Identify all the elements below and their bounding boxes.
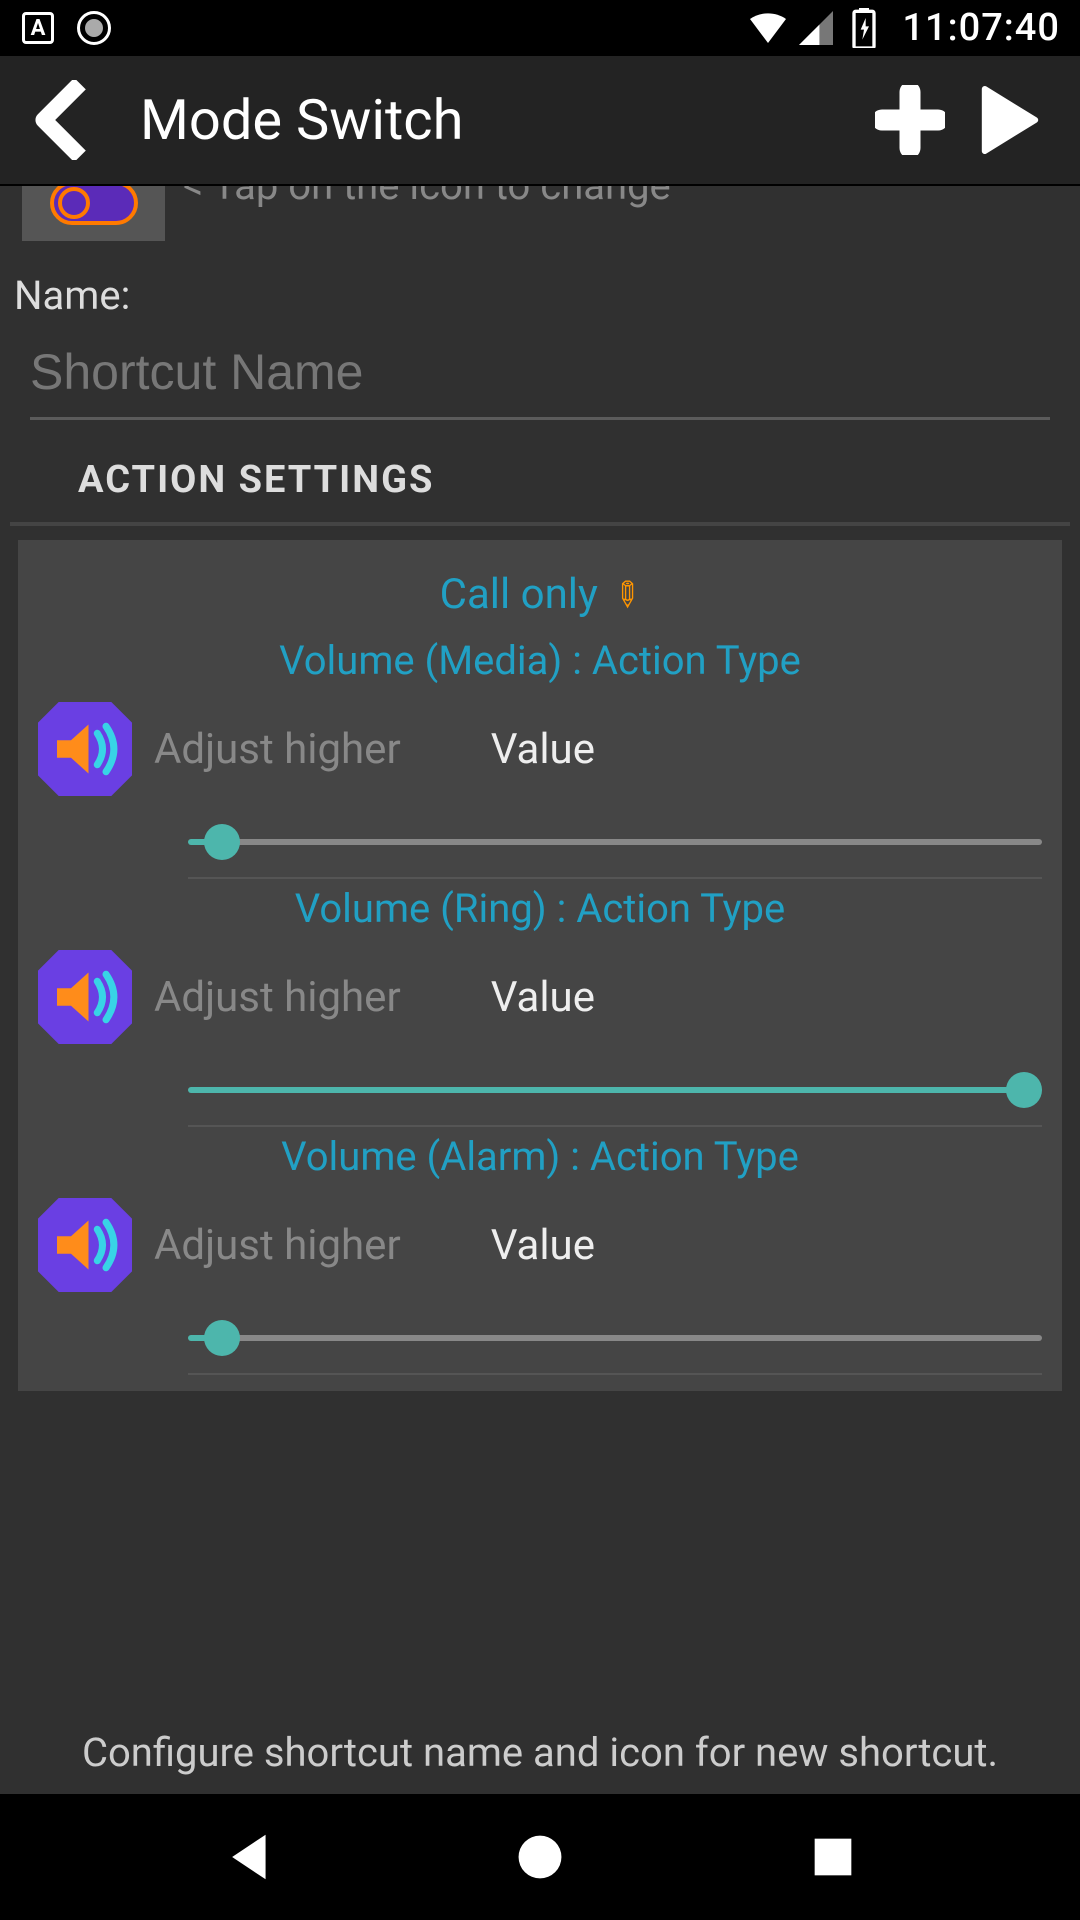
action-settings-header: ACTION SETTINGS [10, 424, 1070, 526]
add-button[interactable] [860, 85, 960, 155]
volume-ring-subtitle[interactable]: Volume (Ring) : Action Type [38, 885, 1042, 946]
divider [188, 877, 1042, 879]
cell-signal-icon [798, 10, 834, 46]
volume-alarm-subtitle[interactable]: Volume (Alarm) : Action Type [38, 1133, 1042, 1194]
mode-icon-row: < Tap on the icon to change [0, 186, 1080, 248]
play-button[interactable] [960, 85, 1060, 155]
status-clock: 11:07:40 [902, 6, 1060, 50]
back-button[interactable] [20, 80, 100, 160]
content-area: < Tap on the icon to change Name: ACTION… [0, 186, 1080, 1794]
volume-icon[interactable] [38, 1198, 132, 1292]
adjust-label[interactable]: Adjust higher [154, 973, 401, 1022]
volume-icon[interactable] [38, 950, 132, 1044]
icon-change-hint: < Tap on the icon to change [183, 186, 671, 209]
record-indicator-icon [76, 10, 112, 46]
name-label: Name: [0, 248, 1080, 327]
action-settings-card: Call only ✎ Volume (Media) : Action Type… [18, 540, 1062, 1391]
status-bar: A 11:07:40 [0, 0, 1080, 56]
shortcut-icon-picker[interactable] [22, 186, 165, 241]
wifi-icon [750, 10, 786, 46]
nav-recent-button[interactable] [798, 1822, 868, 1892]
volume-ring-row: Adjust higher Value [38, 946, 1042, 1052]
divider [188, 1373, 1042, 1375]
value-label[interactable]: Value [491, 725, 595, 774]
nav-home-button[interactable] [505, 1822, 575, 1892]
card-title[interactable]: Call only [440, 570, 598, 619]
toggle-icon [50, 186, 138, 225]
pencil-icon[interactable]: ✎ [602, 570, 650, 618]
volume-alarm-slider[interactable] [188, 1335, 1042, 1341]
adjust-label[interactable]: Adjust higher [154, 725, 401, 774]
value-label[interactable]: Value [491, 973, 595, 1022]
footer-hint: Configure shortcut name and icon for new… [0, 1711, 1080, 1794]
app-bar: Mode Switch [0, 56, 1080, 186]
navigation-bar [0, 1794, 1080, 1920]
volume-ring-slider[interactable] [188, 1087, 1042, 1093]
volume-media-row: Adjust higher Value [38, 698, 1042, 804]
volume-media-slider[interactable] [188, 839, 1042, 845]
keyboard-indicator-icon: A [20, 10, 56, 46]
divider [188, 1125, 1042, 1127]
shortcut-name-input[interactable] [30, 327, 1050, 420]
volume-alarm-row: Adjust higher Value [38, 1194, 1042, 1300]
volume-icon[interactable] [38, 702, 132, 796]
adjust-label[interactable]: Adjust higher [154, 1221, 401, 1270]
nav-back-button[interactable] [212, 1822, 282, 1892]
volume-media-subtitle[interactable]: Volume (Media) : Action Type [38, 637, 1042, 698]
battery-charging-icon [846, 10, 882, 46]
value-label[interactable]: Value [491, 1221, 595, 1270]
page-title: Mode Switch [140, 87, 860, 153]
